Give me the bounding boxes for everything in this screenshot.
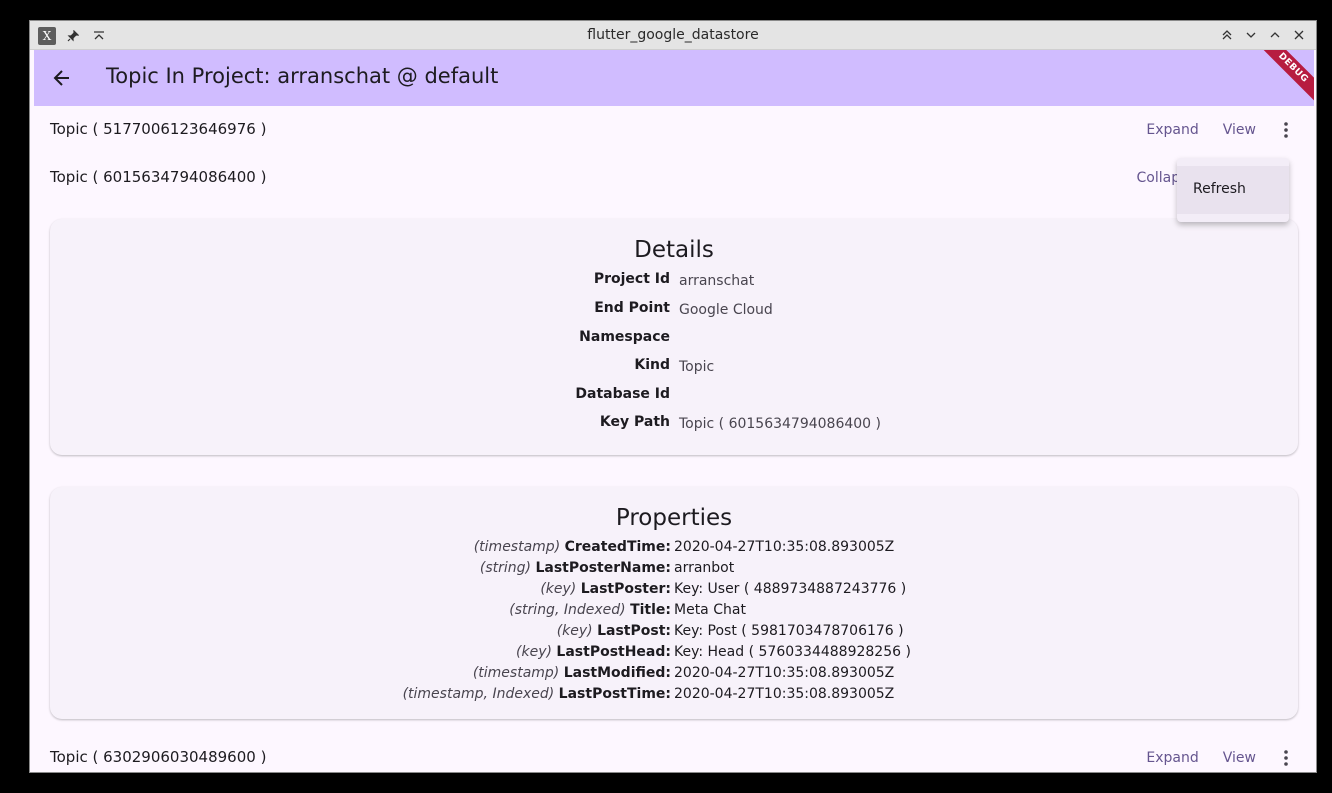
- debug-banner: DEBUG: [1255, 50, 1314, 106]
- titlebar-right-controls: [1218, 26, 1308, 44]
- detail-key: End Point: [594, 300, 670, 316]
- detail-key: Database Id: [575, 386, 670, 402]
- more-vert-icon[interactable]: [1274, 746, 1298, 770]
- detail-key: Kind: [634, 357, 670, 373]
- detail-row: Database Id: [50, 386, 1298, 406]
- property-type: (key): [540, 581, 577, 597]
- property-type: (key): [516, 644, 552, 660]
- property-name: LastPostTime:: [558, 686, 671, 702]
- detail-row: Kind Topic: [50, 357, 1298, 377]
- page-title: Topic In Project: arranschat @ default: [106, 64, 499, 88]
- close-icon[interactable]: [1290, 26, 1308, 44]
- detail-key: Namespace: [579, 329, 670, 345]
- back-button[interactable]: [48, 64, 76, 92]
- row-actions: Expand View: [1134, 746, 1298, 770]
- property-name: LastPosterName:: [535, 560, 671, 576]
- property-row: (key) LastPostHead: Key: Head ( 57603344…: [50, 644, 1298, 664]
- property-value: Key: Post ( 5981703478706176 ): [674, 623, 904, 639]
- detail-row: End Point Google Cloud: [50, 300, 1298, 320]
- property-row: (timestamp) CreatedTime: 2020-04-27T10:3…: [50, 539, 1298, 559]
- entity-key-label: Topic ( 6302906030489600 ): [50, 748, 267, 766]
- maximize-icon[interactable]: [1266, 26, 1284, 44]
- property-value: Meta Chat: [674, 602, 746, 618]
- view-button[interactable]: View: [1211, 118, 1268, 142]
- more-vert-icon[interactable]: [1274, 118, 1298, 142]
- property-value: Key: Head ( 5760334488928256 ): [674, 644, 911, 660]
- details-card: Details Project Id arranschat End Point …: [50, 219, 1298, 455]
- list-item: Topic ( 5177006123646976 ) Expand View: [34, 106, 1314, 154]
- app-bar: Topic In Project: arranschat @ default D…: [34, 50, 1314, 106]
- row-actions: Expand View: [1134, 118, 1298, 142]
- properties-title: Properties: [615, 505, 733, 531]
- menu-item-refresh[interactable]: Refresh: [1177, 166, 1289, 214]
- property-name: Title:: [630, 602, 671, 618]
- app-window: X flutter_google_datastore Topic In Proj…: [29, 20, 1317, 773]
- property-name: LastPoster:: [580, 581, 671, 597]
- popup-menu: Refresh: [1177, 158, 1289, 222]
- detail-key: Project Id: [593, 271, 670, 287]
- property-name: LastPost:: [597, 623, 671, 639]
- entity-key-label: Topic ( 6015634794086400 ): [50, 168, 267, 186]
- window-titlebar: X flutter_google_datastore: [30, 21, 1316, 50]
- detail-row: Namespace: [50, 329, 1298, 349]
- property-name: CreatedTime:: [564, 539, 671, 555]
- shade-up-icon[interactable]: [1218, 26, 1236, 44]
- detail-value: arranschat: [679, 273, 755, 289]
- minimize-icon[interactable]: [1242, 26, 1260, 44]
- details-title: Details: [634, 237, 714, 263]
- property-value: 2020-04-27T10:35:08.893005Z: [674, 539, 895, 555]
- menu-item-label: Refresh: [1193, 181, 1246, 197]
- expand-button[interactable]: Expand: [1134, 118, 1210, 142]
- property-type: (string): [479, 560, 531, 576]
- detail-value: Topic ( 6015634794086400 ): [679, 416, 882, 432]
- property-row: (timestamp) LastModified: 2020-04-27T10:…: [50, 665, 1298, 685]
- property-type: (timestamp): [472, 665, 560, 681]
- expand-button[interactable]: Expand: [1134, 746, 1210, 770]
- property-row: (string, Indexed) Title: Meta Chat: [50, 602, 1298, 622]
- property-row: (string) LastPosterName: arranbot: [50, 560, 1298, 580]
- property-name: LastPostHead:: [556, 644, 671, 660]
- property-value: 2020-04-27T10:35:08.893005Z: [674, 665, 895, 681]
- property-row: (key) LastPost: Key: Post ( 598170347870…: [50, 623, 1298, 643]
- detail-key: Key Path: [599, 414, 670, 430]
- properties-card: Properties (timestamp) CreatedTime: 2020…: [50, 487, 1298, 719]
- property-value: Key: User ( 4889734887243776 ): [674, 581, 907, 597]
- property-value: arranbot: [674, 560, 735, 576]
- property-type: (key): [556, 623, 593, 639]
- arrow-back-icon: [53, 70, 69, 86]
- property-name: LastModified:: [563, 665, 671, 681]
- list-item: Topic ( 6015634794086400 ) Collapse: [34, 154, 1314, 202]
- property-type: (timestamp, Indexed): [402, 686, 555, 702]
- property-row: (timestamp, Indexed) LastPostTime: 2020-…: [50, 686, 1298, 706]
- view-button[interactable]: View: [1211, 746, 1268, 770]
- detail-value: Google Cloud: [679, 302, 773, 318]
- property-row: (key) LastPoster: Key: User ( 4889734887…: [50, 581, 1298, 601]
- property-type: (string, Indexed): [509, 602, 626, 618]
- detail-value: Topic: [679, 359, 715, 375]
- entity-key-label: Topic ( 5177006123646976 ): [50, 120, 267, 138]
- list-item: Topic ( 6302906030489600 ) Expand View: [34, 734, 1314, 772]
- window-title: flutter_google_datastore: [587, 27, 759, 43]
- property-value: 2020-04-27T10:35:08.893005Z: [674, 686, 895, 702]
- detail-row: Key Path Topic ( 6015634794086400 ): [50, 414, 1298, 434]
- entity-list: Topic ( 5177006123646976 ) Expand View T…: [34, 106, 1314, 772]
- property-type: (timestamp): [473, 539, 561, 555]
- detail-row: Project Id arranschat: [50, 271, 1298, 291]
